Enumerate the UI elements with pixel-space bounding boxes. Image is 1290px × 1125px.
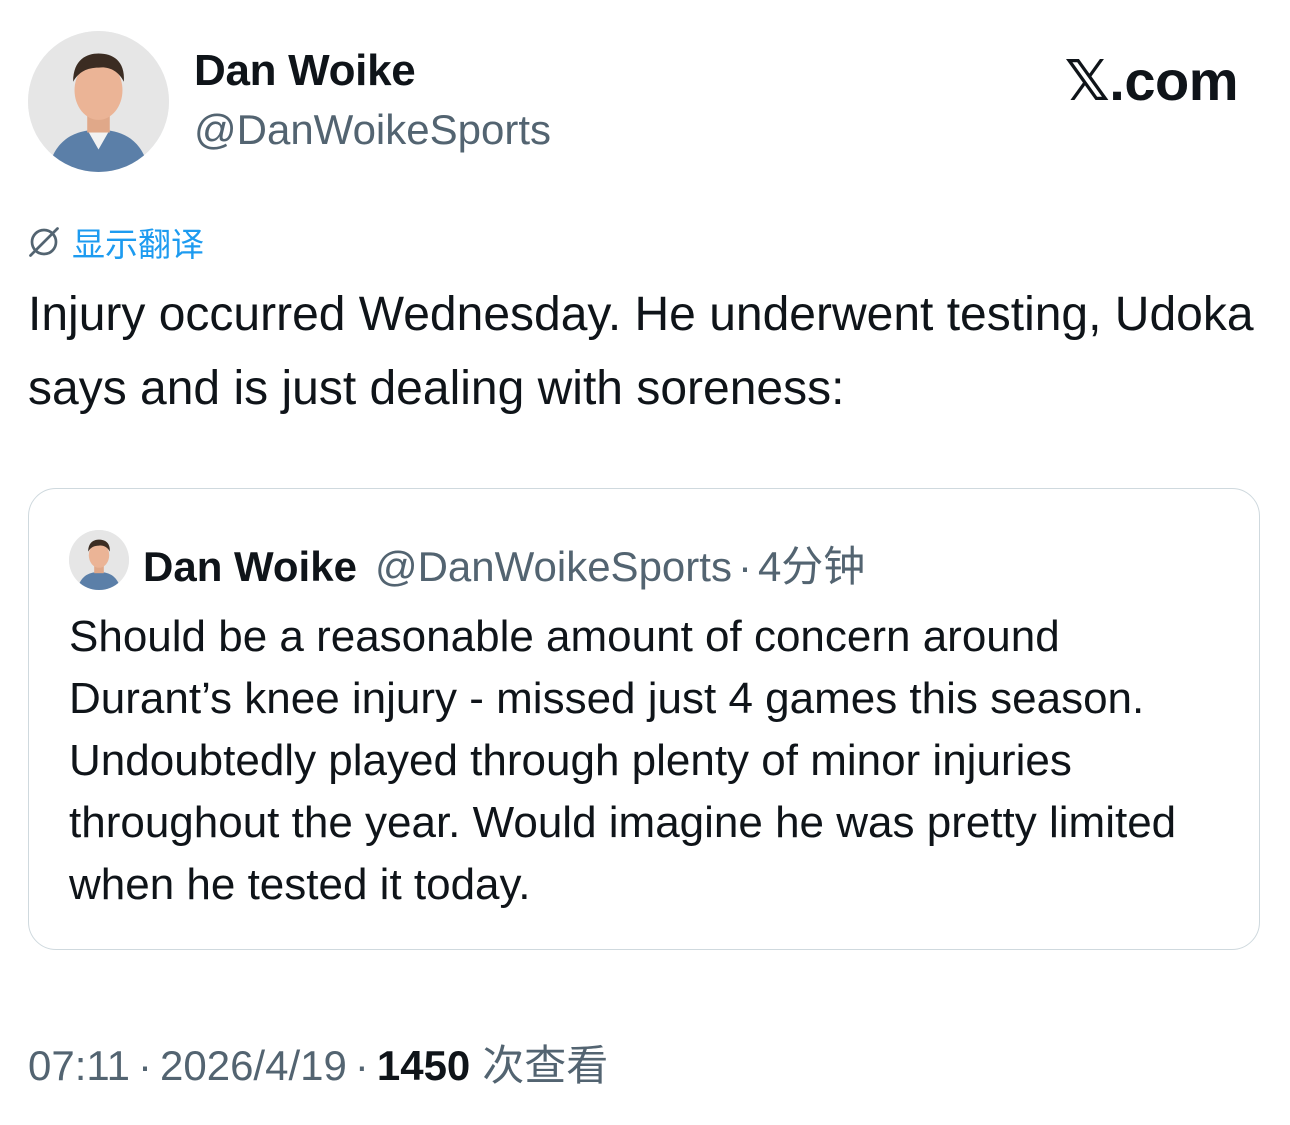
quoted-separator: · xyxy=(737,543,752,590)
tweet-text: Injury occurred Wednesday. He underwent … xyxy=(28,288,1254,415)
meta-separator: · xyxy=(354,1042,369,1089)
tweet-meta: 07:11 · 2026/4/19 · 1450 次查看 xyxy=(28,1032,608,1093)
author-name[interactable]: Dan Woike xyxy=(194,46,416,96)
quoted-tweet-card[interactable]: Dan Woike @DanWoikeSports · 4分钟 Should b… xyxy=(28,488,1260,950)
meta-separator: · xyxy=(138,1042,152,1089)
author-handle[interactable]: @DanWoikeSports xyxy=(194,106,551,154)
quoted-timestamp: 4分钟 xyxy=(757,543,866,590)
quoted-author-handle: @DanWoikeSports xyxy=(374,543,732,590)
avatar-photo xyxy=(69,530,129,590)
author-avatar[interactable] xyxy=(28,31,169,172)
quoted-author-name: Dan Woike xyxy=(143,543,357,590)
tweet-date[interactable]: 2026/4/19 xyxy=(160,1042,347,1090)
views-label: 次查看 xyxy=(482,1042,609,1089)
tweet-time[interactable]: 07:11 xyxy=(28,1042,130,1090)
quoted-tweet-header: Dan Woike @DanWoikeSports · 4分钟 xyxy=(143,533,865,594)
avatar-photo xyxy=(28,31,169,172)
quoted-tweet-text: Should be a reasonable amount of concern… xyxy=(69,612,1177,909)
show-translation-label: 显示翻译 xyxy=(72,226,204,263)
site-brand: 𝕏.com xyxy=(1064,49,1239,112)
globe-translate-icon xyxy=(29,227,59,257)
show-translation-button[interactable]: 显示翻译 xyxy=(26,218,204,266)
quoted-author-avatar xyxy=(69,530,129,590)
views-count[interactable]: 1450 xyxy=(377,1042,470,1090)
